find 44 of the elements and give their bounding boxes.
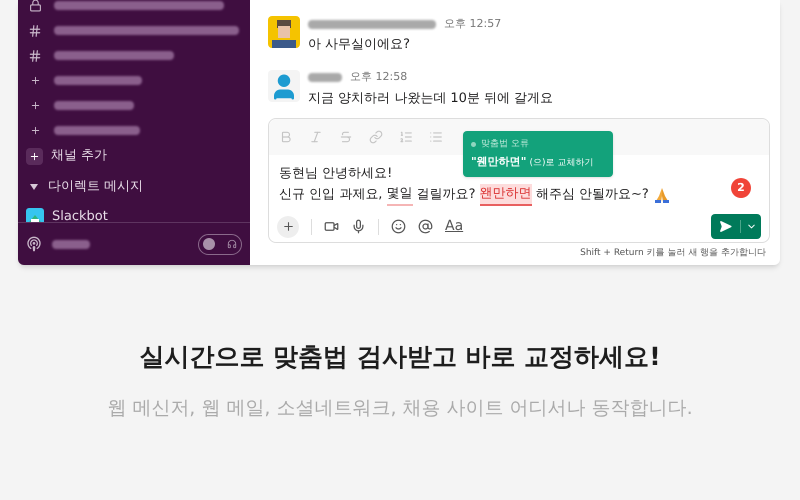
suggestion-text: "웬만하면": [471, 154, 526, 170]
plus-icon: [30, 75, 40, 86]
blurred-text: [52, 240, 90, 248]
message-text: 해주심 안될까요~?: [534, 186, 650, 204]
message-time: 오후 12:58: [350, 69, 408, 86]
avatar-icon: [268, 70, 300, 102]
blurred-text: [308, 73, 342, 82]
message-text: 아 사무실이에요?: [308, 36, 412, 54]
add-channel-link[interactable]: 채널 추가: [51, 146, 108, 166]
plus-icon: [30, 125, 40, 136]
section-header[interactable]: 다이렉트 메시지: [48, 177, 144, 197]
send-icon: [719, 220, 732, 233]
lock-icon: [28, 0, 42, 12]
send-button[interactable]: [711, 214, 761, 239]
hash-icon: [28, 24, 42, 38]
message-time: 오후 12:57: [444, 16, 502, 32]
message-text: 걸릴까요?: [416, 186, 477, 204]
praying-hands-icon: [652, 186, 671, 204]
error-count-badge[interactable]: 2: [731, 178, 751, 198]
hash-icon: [28, 48, 42, 62]
add-icon[interactable]: [277, 216, 299, 238]
caret-icon[interactable]: [30, 184, 38, 190]
bot-icon: [26, 208, 44, 222]
message-text: 동현님 안녕하세요!: [279, 165, 392, 183]
format-button[interactable]: Aa: [445, 216, 464, 237]
replace-action: (으)로 교체하기: [529, 157, 594, 170]
mention-icon[interactable]: [418, 219, 433, 234]
plus-icon: [30, 100, 40, 111]
misspelled-word[interactable]: 몇일: [386, 184, 413, 206]
video-icon[interactable]: [324, 219, 339, 234]
huddle-icon[interactable]: [26, 236, 42, 252]
highlighted-error[interactable]: 왠만하면: [480, 184, 532, 206]
subtitle: 웹 메신저, 웹 메일, 소셜네트워크, 채용 사이트 어디서나 동작합니다.: [107, 396, 693, 420]
message-text: 지금 양치하러 나왔는데 10분 뒤에 갈게요: [308, 90, 554, 108]
headline: 실시간으로 맞춤법 검사받고 바로 교정하세요!: [139, 341, 661, 373]
emoji-icon[interactable]: [391, 219, 406, 234]
add-icon[interactable]: [26, 148, 43, 164]
hint-text: Shift + Return 키를 눌러 새 행을 추가합니다: [580, 247, 766, 260]
headphones-icon: [227, 239, 237, 249]
tooltip-category: 맞춤법 오류: [481, 138, 529, 150]
message-text: 신규 인입 과제요,: [279, 186, 384, 204]
huddle-toggle[interactable]: [198, 234, 242, 254]
dm-item[interactable]: Slackbot: [52, 207, 108, 222]
microphone-icon[interactable]: [351, 219, 366, 234]
